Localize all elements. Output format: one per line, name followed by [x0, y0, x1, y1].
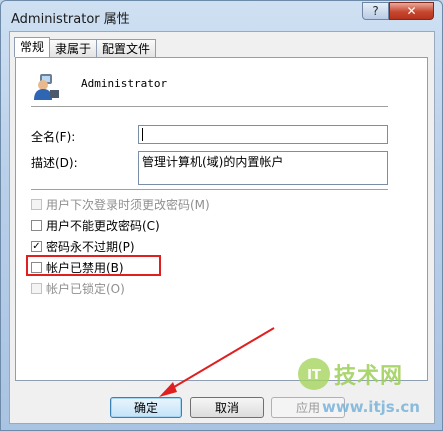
tab-profile[interactable]: 配置文件 — [96, 39, 157, 57]
cancel-button[interactable]: 取消 — [190, 397, 264, 418]
checkbox-box[interactable] — [31, 283, 42, 294]
description-value: 管理计算机(域)的内置帐户 — [142, 155, 284, 169]
checkbox-cannot-change-password[interactable]: 用户不能更改密码(C) — [31, 217, 160, 234]
highlight-box — [26, 255, 161, 276]
checkbox-password-never-expires[interactable]: ✓ 密码永不过期(P) — [31, 238, 135, 255]
ok-button[interactable]: 确定 — [110, 397, 182, 418]
checkbox-label: 用户不能更改密码(C) — [46, 219, 160, 233]
tab-general[interactable]: 常规 — [14, 37, 51, 57]
help-button[interactable]: ? — [362, 2, 389, 20]
separator-middle — [31, 189, 388, 191]
watermark-name: 技术网 — [334, 364, 404, 389]
checkbox-label: 密码永不过期(P) — [46, 240, 135, 254]
close-button[interactable]: ✕ — [389, 2, 434, 20]
description-label: 描述(D): — [31, 156, 78, 170]
checkbox-box[interactable]: ✓ — [31, 241, 42, 252]
user-name: Administrator — [81, 77, 168, 90]
user-icon — [34, 74, 59, 100]
tab-member-of[interactable]: 隶属于 — [49, 39, 98, 57]
checkbox-box[interactable] — [31, 199, 42, 210]
checkbox-label: 帐户已锁定(O) — [46, 282, 125, 296]
watermark-url: www.itjs.cn — [322, 398, 420, 416]
tab-strip: 常规 隶属于 配置文件 — [14, 37, 157, 58]
window-title: Administrator 属性 — [11, 12, 130, 27]
properties-dialog: Administrator 属性 ? ✕ 常规 隶属于 配置文件 Adminis… — [0, 0, 443, 431]
description-input[interactable]: 管理计算机(域)的内置帐户 — [138, 151, 388, 185]
watermark: IT 技术网 www.itjs.cn — [296, 356, 441, 426]
checkbox-label: 用户下次登录时须更改密码(M) — [46, 198, 210, 212]
checkbox-box[interactable] — [31, 220, 42, 231]
checkbox-account-locked[interactable]: 帐户已锁定(O) — [31, 280, 125, 297]
check-mark-icon: ✓ — [32, 240, 41, 252]
checkbox-must-change-password[interactable]: 用户下次登录时须更改密码(M) — [31, 196, 210, 213]
separator-top — [31, 106, 388, 108]
text-caret — [142, 128, 143, 141]
watermark-logo-text: IT — [307, 368, 321, 383]
fullname-input[interactable] — [138, 125, 388, 144]
watermark-logo-icon: IT — [298, 358, 330, 390]
fullname-label: 全名(F): — [31, 130, 76, 144]
